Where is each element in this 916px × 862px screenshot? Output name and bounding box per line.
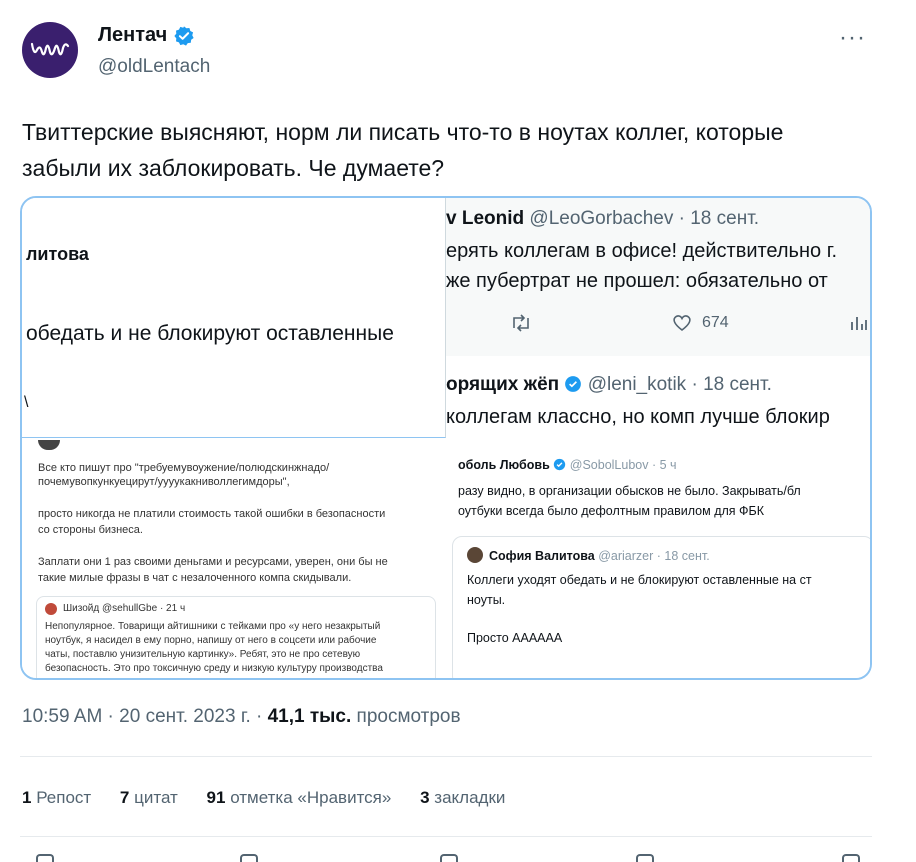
views-count: 41,1 тыс. xyxy=(267,706,352,727)
like-icon[interactable] xyxy=(440,854,458,862)
crop-text: просто никогда не платили стоимость тако… xyxy=(38,508,386,520)
author-name-text: Лентач xyxy=(98,24,168,46)
retweet-icon xyxy=(510,314,532,337)
screenshot-crop-top-left: литова обедать и не блокируют оставленны… xyxy=(22,198,446,438)
screenshot-crop-bottom-left: Все кто пишут про "требуемувоужение/полю… xyxy=(22,438,446,678)
likes-label: отметка «Нравится» xyxy=(225,788,392,807)
crop-text: обедать и не блокируют оставленные xyxy=(26,322,394,345)
bookmarks-label: закладки xyxy=(429,788,506,807)
crop-text: Заплати они 1 раз своими деньгами и ресу… xyxy=(38,556,388,568)
screenshot-crop-top-right: v Leonid @LeoGorbachev · 18 сент. ерять … xyxy=(446,198,870,356)
crop-text: Непопулярное. Товарищи айтишники с тейка… xyxy=(45,621,381,632)
avatar[interactable] xyxy=(22,22,78,78)
crop-handle: @leni_kotik · 18 сент. xyxy=(587,374,772,395)
crop-text: ноутбук, я насидел в ему порно, напишу о… xyxy=(45,635,377,646)
tweet-stats: 1 Репост 7 цитат 91 отметка «Нравится» 3… xyxy=(22,788,529,808)
reply-icon[interactable] xyxy=(36,854,54,862)
tweet-media-image[interactable]: литова обедать и не блокируют оставленны… xyxy=(20,196,872,680)
crop-text: со стороны бизнеса. xyxy=(38,524,143,536)
verified-badge-icon xyxy=(174,25,194,46)
crop-author-name: v Leonid xyxy=(446,208,525,229)
bookmarks-count: 3 xyxy=(420,788,430,807)
crop-avatar xyxy=(467,547,483,563)
retweet-icon[interactable] xyxy=(240,854,258,862)
verified-badge-icon xyxy=(565,376,582,392)
crop-tweet-header: v Leonid @LeoGorbachev · 18 сент. xyxy=(446,208,759,230)
crop-text: Просто АААААА xyxy=(467,631,563,645)
bookmarks-stat[interactable]: 3 закладки xyxy=(420,788,505,807)
crop-author-name: София Валитова xyxy=(489,549,595,563)
crop-handle: @ariarzer · 18 сент. xyxy=(598,549,710,563)
screenshot-crop-top-right-2: орящих жёп @leni_kotik · 18 сент. коллег… xyxy=(446,356,870,438)
tweet-timestamp[interactable]: 10:59 AM · 20 сент. 2023 г. · xyxy=(22,706,268,727)
crop-handle: @SobolLubov · 5 ч xyxy=(569,458,677,472)
share-icon[interactable] xyxy=(842,854,860,862)
verified-badge-icon xyxy=(554,458,566,471)
quotes-count: 7 xyxy=(119,788,130,807)
crop-text: разу видно, в организации обысков не был… xyxy=(458,484,801,498)
views-chart-icon xyxy=(850,314,868,337)
crop-fragment: \ xyxy=(24,394,29,411)
bookmark-icon[interactable] xyxy=(636,854,654,862)
crop-avatar xyxy=(38,440,60,450)
crop-quoted-tweet: Шизойд @sehullGbe · 21 ч Непопулярное. Т… xyxy=(36,596,436,678)
crop-text: же пубертрат не прошел: обязательно от xyxy=(446,270,828,292)
tweet-action-bar xyxy=(0,852,916,862)
crop-quoted-tweet: София Валитова @ariarzer · 18 сент. Колл… xyxy=(452,536,870,678)
crop-author-name: литова xyxy=(26,244,89,264)
crop-text: ноуты. xyxy=(467,593,506,607)
more-options-icon[interactable]: ··· xyxy=(839,24,866,52)
crop-author-name: орящих жёп xyxy=(446,374,560,395)
tweet-meta: 10:59 AM · 20 сент. 2023 г. · 41,1 тыс. … xyxy=(22,706,461,728)
likes-count: 91 xyxy=(206,788,226,807)
author-name[interactable]: Лентач xyxy=(98,24,195,47)
likes-stat[interactable]: 91 отметка «Нравится» xyxy=(207,788,392,807)
like-icon xyxy=(672,314,692,337)
crop-text: чаты, поставлю унизительную картинку». Р… xyxy=(45,649,361,660)
crop-text: безопасность. Это про токсичную среду и … xyxy=(45,663,383,674)
crop-text: Все кто пишут про "требуемувоужение/полю… xyxy=(38,462,330,474)
tweet-text: Твиттерские выясняют, норм ли писать что… xyxy=(22,119,784,181)
reposts-stat[interactable]: 1 Репост xyxy=(22,788,91,807)
crop-text: ерять коллегам в офисе! действительно г. xyxy=(446,240,838,262)
crop-handle: @LeoGorbachev · 18 сент. xyxy=(529,208,760,229)
crop-text: такие милые фразы в чат с незалоченного … xyxy=(38,572,352,584)
views-label: просмотров xyxy=(351,706,461,727)
like-count: 674 xyxy=(702,314,729,331)
quotes-stat[interactable]: 7 цитат xyxy=(120,788,178,807)
crop-tweet-header: София Валитова @ariarzer · 18 сент. xyxy=(489,549,710,563)
divider xyxy=(20,756,872,757)
crop-actions: 674 xyxy=(446,314,870,340)
lentach-logo-icon xyxy=(30,42,70,56)
crop-tweet-header: орящих жёп @leni_kotik · 18 сент. xyxy=(446,374,772,396)
screenshot-crop-bottom-right: оболь Любовь @SobolLubov · 5 ч разу видн… xyxy=(446,438,870,678)
crop-text: Коллеги уходят обедать и не блокируют ос… xyxy=(467,573,812,587)
reposts-label: Репост xyxy=(31,788,92,807)
crop-avatar xyxy=(45,603,57,615)
crop-quote-author: Шизойд @sehullGbe · 21 ч xyxy=(63,603,186,614)
author-handle[interactable]: @oldLentach xyxy=(98,56,210,78)
quotes-label: цитат xyxy=(129,788,178,807)
divider xyxy=(20,836,872,837)
crop-author-name: оболь Любовь xyxy=(458,458,550,472)
crop-text: коллегам классно, но комп лучше блокир xyxy=(446,406,830,428)
crop-text: почемувопкункуецирут/уууукакниволлегимдо… xyxy=(38,476,290,488)
crop-text: оутбуки всегда было дефолтным правилом д… xyxy=(458,504,765,518)
crop-tweet-header: оболь Любовь @SobolLubov · 5 ч xyxy=(458,458,677,472)
